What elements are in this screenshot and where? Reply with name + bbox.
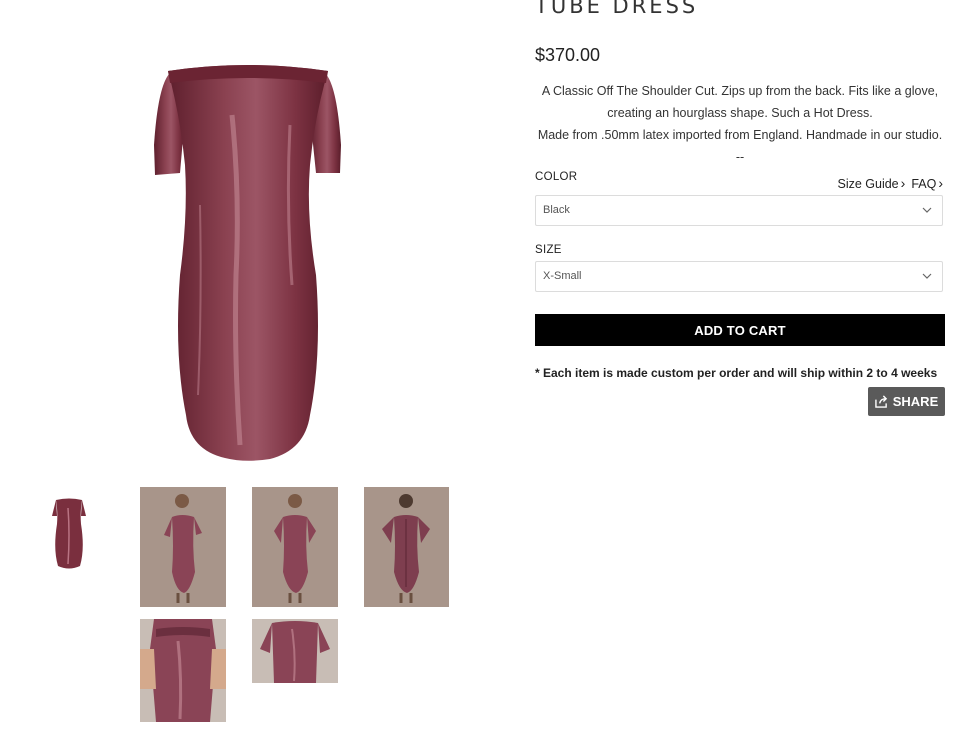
size-guide-label: Size Guide [837,177,899,191]
thumbnail-6[interactable] [252,619,338,683]
share-label: SHARE [892,394,939,409]
size-guide-link[interactable]: Size Guide › [837,176,905,191]
chevron-down-icon [922,207,932,213]
description-line: -- [735,150,745,164]
thumbnail-3[interactable] [252,487,338,607]
color-select[interactable]: Black [535,195,943,226]
main-product-image[interactable] [140,55,355,465]
thumbnail-5[interactable] [140,619,226,722]
size-label: SIZE [535,244,562,256]
thumbnail-1[interactable] [46,494,92,574]
share-icon [874,395,887,408]
thumbnail-2[interactable] [140,487,226,607]
chevron-down-icon [922,273,932,279]
faq-link[interactable]: FAQ › [911,176,943,191]
description-line: A Classic Off The Shoulder Cut. Zips up … [541,84,939,98]
product-description: A Classic Off The Shoulder Cut. Zips up … [535,80,945,168]
color-select-value: Black [543,204,570,216]
chevron-right-icon: › [938,175,943,191]
description-line: creating an hourglass shape. Such a Hot … [607,106,873,120]
faq-label: FAQ [911,177,937,191]
size-select-value: X-Small [543,270,582,282]
chevron-right-icon: › [900,175,906,191]
guide-links: Size Guide › FAQ › [837,176,943,191]
share-button[interactable]: SHARE [868,387,945,416]
add-to-cart-button[interactable]: ADD TO CART [535,314,945,346]
product-price: $370.00 [535,45,601,65]
thumbnail-4[interactable] [364,487,449,607]
description-line: Made from .50mm latex imported from Engl… [537,128,943,142]
product-title: TUBE DRESS [535,0,699,18]
color-label: COLOR [535,171,578,183]
shipping-note: * Each item is made custom per order and… [535,366,938,380]
size-select[interactable]: X-Small [535,261,943,292]
